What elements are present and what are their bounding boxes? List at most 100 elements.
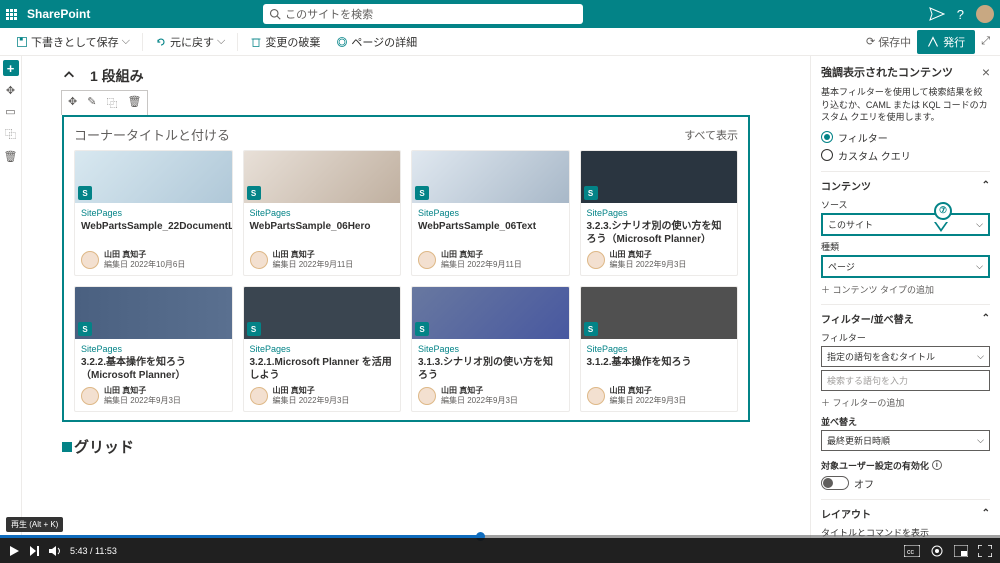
play-button[interactable]	[8, 545, 20, 557]
copy-icon[interactable]: ⿻	[104, 93, 119, 113]
author-avatar	[418, 387, 436, 405]
author-name: 山田 真知子	[104, 386, 181, 396]
card-breadcrumb: SitePages	[81, 344, 226, 354]
discard-button[interactable]: 変更の破棄	[244, 32, 326, 52]
fullscreen-button[interactable]	[978, 545, 992, 557]
card-breadcrumb: SitePages	[418, 344, 563, 354]
move-handle-icon[interactable]: ✥	[66, 93, 79, 113]
card-title: WebPartsSample_06Hero	[250, 220, 395, 244]
app-launcher-icon[interactable]	[6, 9, 17, 20]
cc-button[interactable]: cc	[904, 545, 920, 557]
move-icon[interactable]: ✥	[6, 84, 15, 97]
webpart-toolbar: ✥ ✎ ⿻ 🗑	[61, 90, 148, 115]
close-panel-button[interactable]: ×	[982, 64, 990, 80]
content-card[interactable]: S SitePages 3.2.3.シナリオ別の使い方を知ろう（Microsof…	[580, 150, 739, 276]
canvas: 1 段組み ✥ ✎ ⿻ 🗑 コーナータイトルと付ける すべて表示 S SiteP…	[22, 56, 810, 538]
type-dropdown[interactable]: ページ⌵	[821, 255, 990, 278]
audience-toggle[interactable]: オフ	[821, 476, 990, 491]
expand-icon[interactable]: ⤢	[981, 35, 990, 48]
layout-icon[interactable]: ▭	[5, 105, 15, 118]
edit-icon[interactable]: ✎	[85, 93, 98, 113]
save-draft-button[interactable]: 下書きとして保存⌵	[10, 32, 136, 52]
radio-filter[interactable]: フィルター	[821, 130, 990, 145]
author-name: 山田 真知子	[273, 250, 354, 260]
add-filter-link[interactable]: ＋ フィルターの追加	[821, 396, 990, 409]
highlighted-content-webpart[interactable]: コーナータイトルと付ける すべて表示 S SitePages WebPartsS…	[62, 115, 750, 422]
search-icon	[269, 8, 281, 20]
content-card[interactable]: S SitePages WebPartsSample_22DocumentLib…	[74, 150, 233, 276]
card-thumbnail: S	[412, 287, 569, 339]
property-panel: 強調表示されたコンテンツ × 基本フィルターを使用して検索結果を絞り込むか、CA…	[810, 56, 1000, 538]
author-avatar	[250, 387, 268, 405]
content-card[interactable]: S SitePages WebPartsSample_06Text 山田 真知子…	[411, 150, 570, 276]
content-card[interactable]: S SitePages 3.2.1.Microsoft Planner を活用し…	[243, 286, 402, 412]
duplicate-icon[interactable]: ⿻	[5, 126, 16, 142]
filter-dropdown[interactable]: 指定の語句を含むタイトル⌵	[821, 346, 990, 367]
delete-icon[interactable]: 🗑	[4, 150, 18, 163]
site-badge-icon: S	[78, 186, 92, 200]
card-title: 3.2.1.Microsoft Planner を活用しよう	[250, 356, 395, 382]
user-avatar[interactable]	[976, 5, 994, 23]
filter-text-input[interactable]: 検索する語句を入力	[821, 370, 990, 391]
edit-date: 編集日 2022年9月3日	[610, 260, 687, 270]
content-section-header[interactable]: コンテンツ⌃	[821, 178, 990, 193]
site-badge-icon: S	[247, 322, 261, 336]
panel-title: 強調表示されたコンテンツ	[821, 64, 953, 80]
page-details-button[interactable]: ページの詳細	[330, 32, 423, 52]
card-breadcrumb: SitePages	[587, 344, 732, 354]
radio-custom-query[interactable]: カスタム クエリ	[821, 148, 990, 163]
content-card[interactable]: S SitePages 3.1.2.基本操作を知ろう 山田 真知子編集日 202…	[580, 286, 739, 412]
content-card[interactable]: S SitePages 3.1.3.シナリオ別の使い方を知ろう 山田 真知子編集…	[411, 286, 570, 412]
edit-date: 編集日 2022年9月3日	[441, 396, 518, 406]
edit-date: 編集日 2022年9月3日	[610, 396, 687, 406]
search-input[interactable]: このサイトを検索	[263, 4, 583, 24]
type-label: 種類	[821, 240, 990, 253]
card-breadcrumb: SitePages	[250, 208, 395, 218]
author-name: 山田 真知子	[610, 250, 687, 260]
filter-sort-header[interactable]: フィルター/並べ替え⌃	[821, 311, 990, 326]
card-breadcrumb: SitePages	[250, 344, 395, 354]
undo-button[interactable]: 元に戻す⌵	[149, 32, 231, 52]
site-badge-icon: S	[415, 186, 429, 200]
author-name: 山田 真知子	[104, 250, 185, 260]
sort-dropdown[interactable]: 最終更新日時順⌵	[821, 430, 990, 451]
see-all-link[interactable]: すべて表示	[684, 127, 738, 143]
source-dropdown[interactable]: このサイト⌵	[821, 213, 990, 236]
volume-button[interactable]	[48, 545, 62, 557]
next-button[interactable]	[28, 545, 40, 557]
suite-bar: SharePoint このサイトを検索 ?	[0, 0, 1000, 28]
left-rail: + ✥ ▭ ⿻ 🗑	[0, 56, 22, 538]
author-avatar	[587, 387, 605, 405]
card-thumbnail: S	[244, 287, 401, 339]
grid-heading: グリッド	[62, 436, 750, 457]
card-breadcrumb: SitePages	[587, 208, 732, 218]
video-player-bar: 5:43 / 11:53 cc	[0, 538, 1000, 563]
author-name: 山田 真知子	[610, 386, 687, 396]
send-icon[interactable]	[929, 7, 945, 21]
play-tooltip: 再生 (Alt + K)	[6, 517, 63, 532]
collapse-icon[interactable]	[62, 68, 76, 85]
delete-wp-icon[interactable]: 🗑	[125, 93, 143, 113]
author-avatar	[418, 251, 436, 269]
help-icon[interactable]: ?	[957, 7, 964, 22]
add-section-button[interactable]: +	[3, 60, 19, 76]
add-content-type-link[interactable]: ＋ コンテンツ タイプの追加	[821, 283, 990, 296]
content-card[interactable]: S SitePages WebPartsSample_06Hero 山田 真知子…	[243, 150, 402, 276]
time-display: 5:43 / 11:53	[70, 546, 117, 556]
sort-label: 並べ替え	[821, 415, 990, 428]
author-name: 山田 真知子	[441, 386, 518, 396]
pip-button[interactable]	[954, 545, 968, 557]
saving-status: ⟳ 保存中	[866, 34, 911, 50]
card-thumbnail: S	[581, 287, 738, 339]
publish-button[interactable]: 発行	[917, 30, 975, 54]
card-title: 3.1.2.基本操作を知ろう	[587, 356, 732, 380]
card-title: 3.1.3.シナリオ別の使い方を知ろう	[418, 356, 563, 382]
author-avatar	[587, 251, 605, 269]
settings-button[interactable]	[930, 544, 944, 558]
layout-section-header[interactable]: レイアウト⌃	[821, 506, 990, 521]
author-avatar	[81, 251, 99, 269]
content-card[interactable]: S SitePages 3.2.2.基本操作を知ろう（Microsoft Pla…	[74, 286, 233, 412]
site-badge-icon: S	[415, 322, 429, 336]
webpart-title[interactable]: コーナータイトルと付ける	[74, 125, 230, 144]
card-thumbnail: S	[75, 151, 232, 203]
